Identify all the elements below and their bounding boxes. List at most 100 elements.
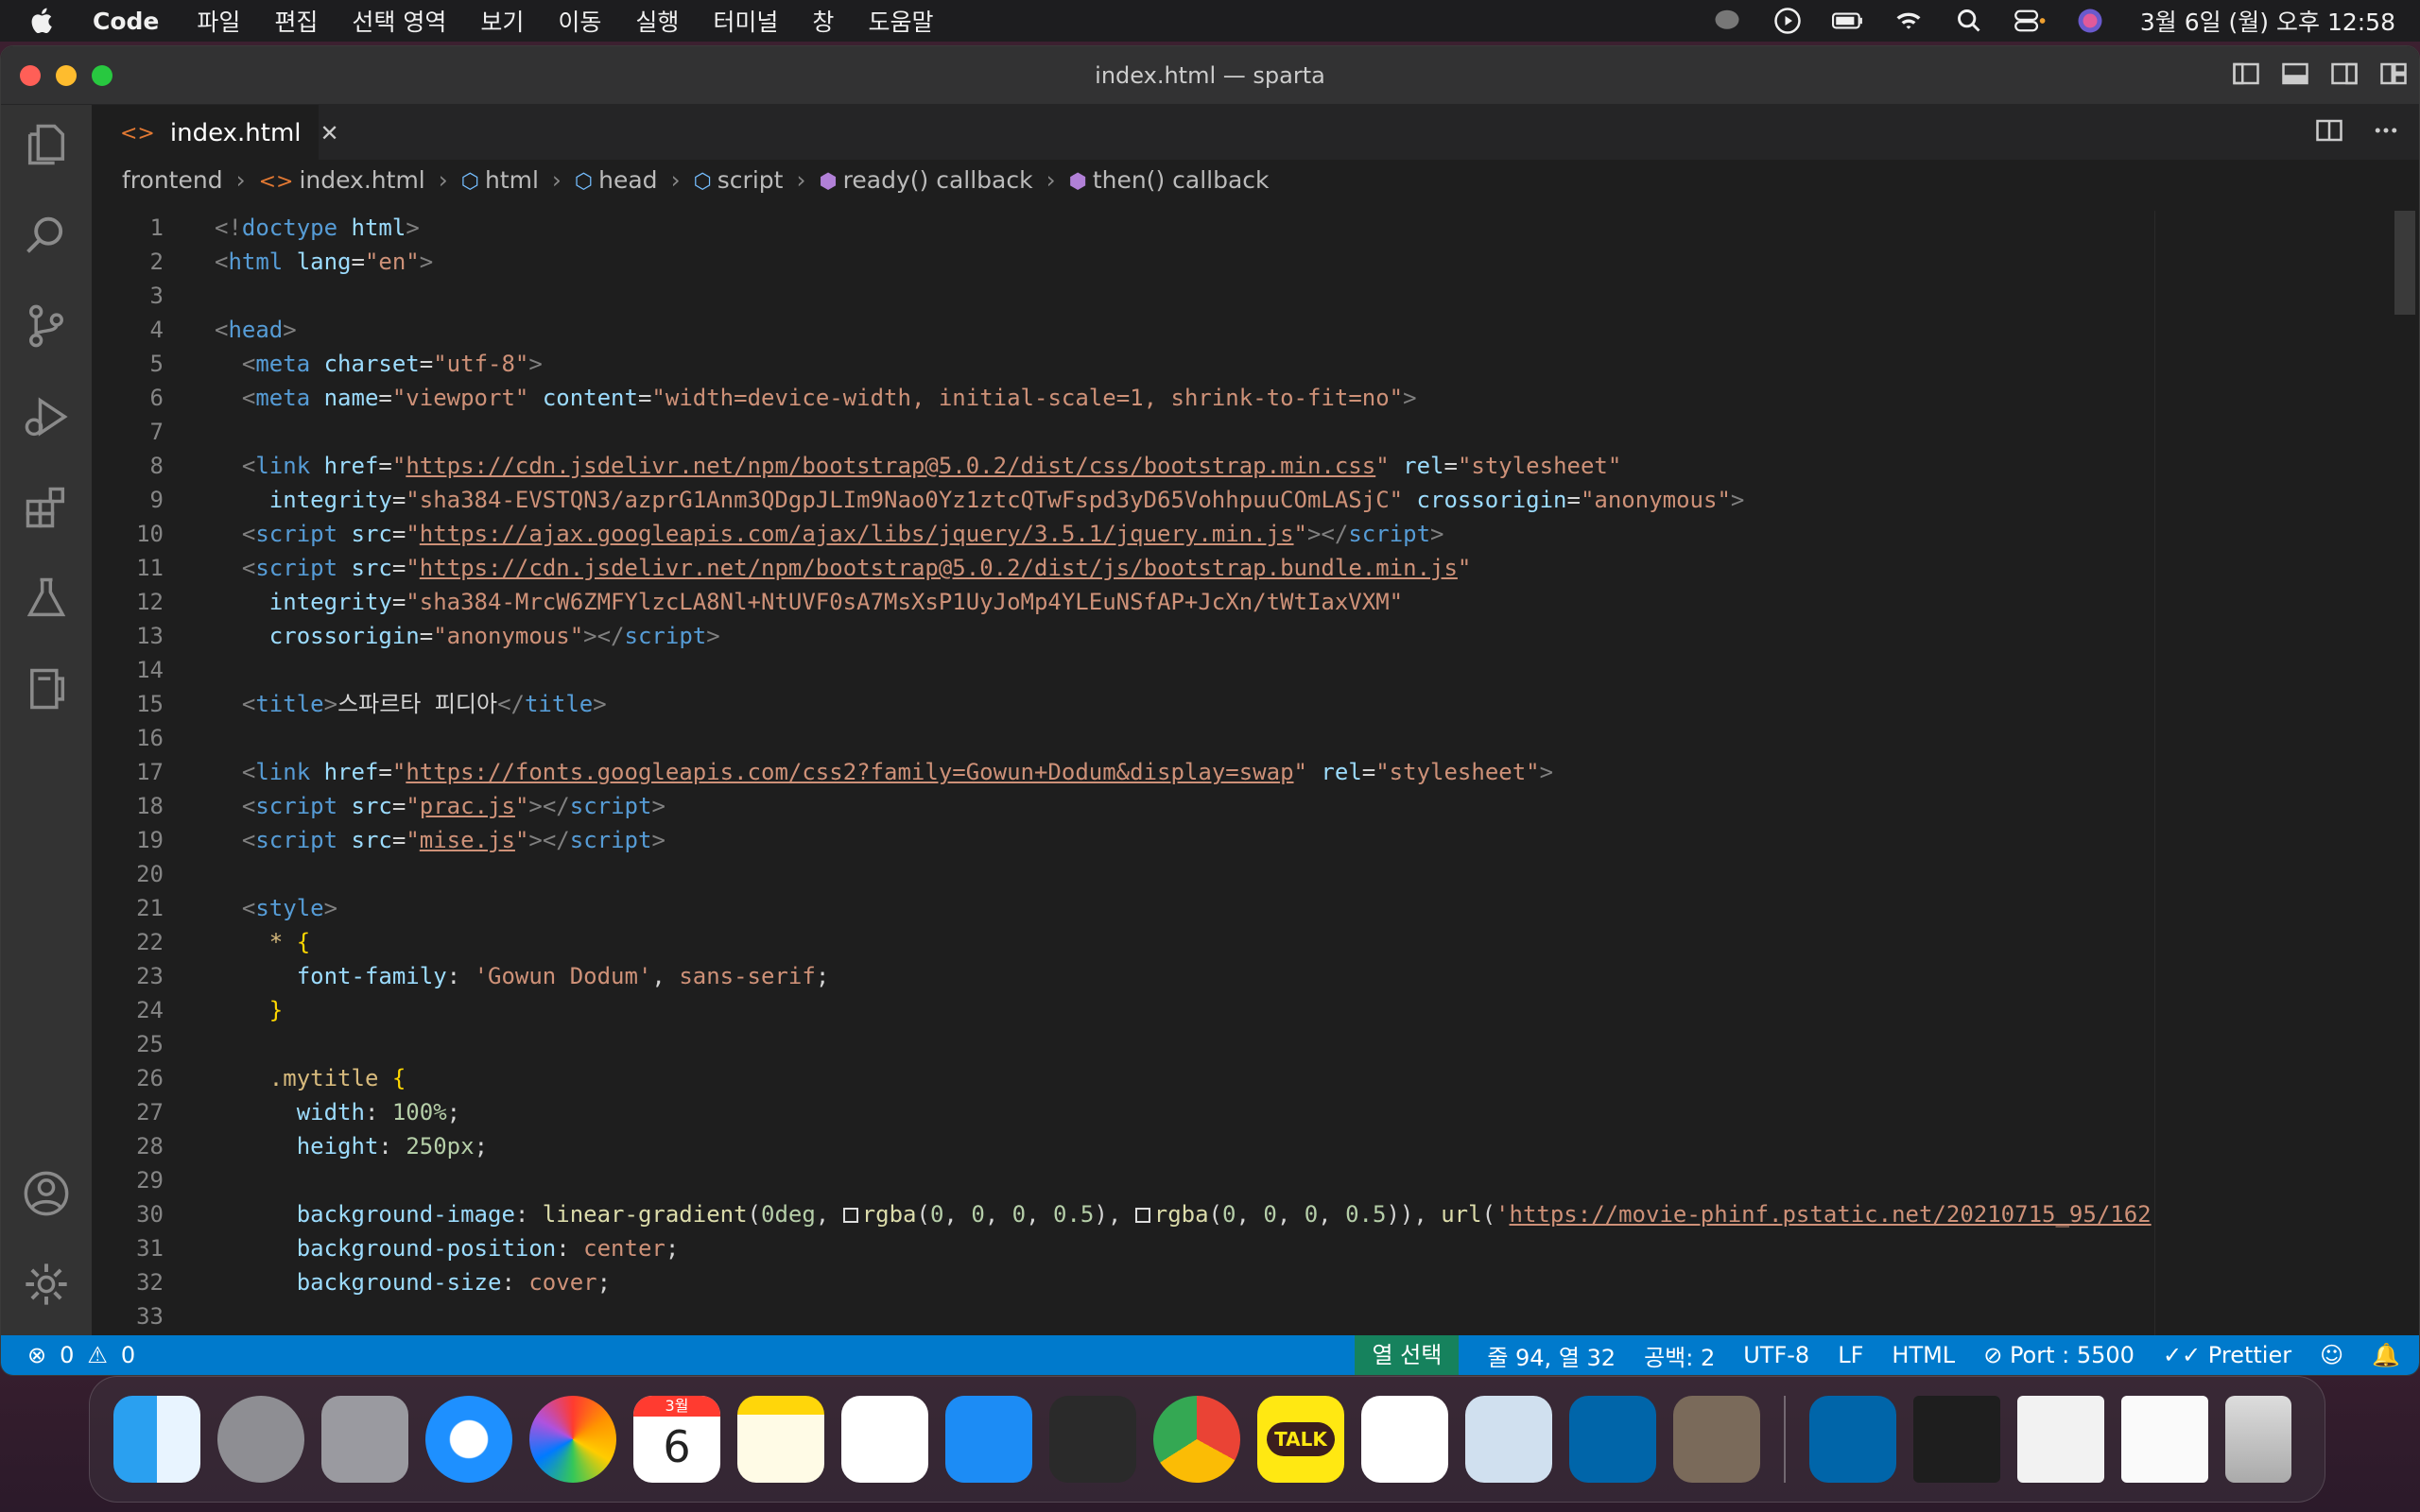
line-number: 14 xyxy=(136,657,164,683)
window-thumbnail[interactable] xyxy=(1913,1396,2000,1483)
preview-icon[interactable] xyxy=(1465,1396,1552,1483)
breadcrumb-folder[interactable]: frontend xyxy=(122,166,223,194)
siri-icon[interactable] xyxy=(2074,5,2106,37)
chrome-icon[interactable] xyxy=(1153,1396,1240,1483)
message-icon[interactable] xyxy=(1711,5,1743,37)
wifi-icon[interactable] xyxy=(1893,5,1925,37)
settings-gear-icon[interactable] xyxy=(22,1260,71,1309)
code-text[interactable]: <!doctype html> <html lang="en"> <head> … xyxy=(215,211,2256,1333)
breadcrumb-then-callback[interactable]: ⬢ then() callback xyxy=(1069,166,1270,194)
run-debug-icon[interactable] xyxy=(22,392,71,441)
photos-icon[interactable] xyxy=(529,1396,616,1483)
line-number: 3 xyxy=(149,283,164,309)
play-icon[interactable] xyxy=(1772,5,1804,37)
instruments-icon[interactable] xyxy=(1673,1396,1760,1483)
breadcrumb-html[interactable]: ⬡ html xyxy=(461,166,539,194)
close-window-button[interactable] xyxy=(20,65,41,86)
menu-terminal[interactable]: 터미널 xyxy=(713,4,778,38)
code-line: background-position: center; xyxy=(296,1235,680,1262)
line-number: 27 xyxy=(136,1099,164,1125)
app-store-icon[interactable] xyxy=(945,1396,1032,1483)
breadcrumb-ready-callback[interactable]: ⬢ ready() callback xyxy=(819,166,1032,194)
slack-icon[interactable] xyxy=(1361,1396,1448,1483)
accounts-icon[interactable] xyxy=(22,1169,71,1218)
source-control-icon[interactable] xyxy=(22,301,71,351)
close-tab-icon[interactable]: ✕ xyxy=(320,120,339,146)
safari-icon[interactable] xyxy=(425,1396,512,1483)
minimap[interactable] xyxy=(2154,211,2381,1373)
tab-index-html[interactable]: <> index.html ✕ xyxy=(92,105,339,160)
customize-layout-icon[interactable] xyxy=(2379,60,2408,88)
menu-help[interactable]: 도움말 xyxy=(868,4,933,38)
line-number: 25 xyxy=(136,1031,164,1057)
explorer-icon[interactable] xyxy=(22,120,71,169)
split-editor-icon[interactable] xyxy=(2315,116,2343,145)
menu-go[interactable]: 이동 xyxy=(558,4,601,38)
cursor-position[interactable]: 줄 94, 열 32 xyxy=(1487,1339,1616,1372)
line-number: 12 xyxy=(136,589,164,615)
encoding[interactable]: UTF-8 xyxy=(1743,1342,1809,1368)
vscode-icon[interactable] xyxy=(1569,1396,1656,1483)
menu-file[interactable]: 파일 xyxy=(197,4,240,38)
code-editor[interactable]: 1 2 3 4 5 6 7 8 9 10 11 12 13 14 15 16 1… xyxy=(92,211,2419,1375)
live-server-port[interactable]: ⊘ Port : 5500 xyxy=(1983,1342,2135,1368)
prettier-status[interactable]: ✓✓ Prettier xyxy=(2163,1342,2291,1368)
kakaotalk-icon[interactable]: TALK xyxy=(1257,1396,1344,1483)
toggle-panel-icon[interactable] xyxy=(2281,60,2309,88)
breadcrumb-head[interactable]: ⬡ head xyxy=(575,166,658,194)
spotlight-search-icon[interactable] xyxy=(1953,5,1985,37)
launchpad-icon[interactable] xyxy=(321,1396,408,1483)
line-number: 9 xyxy=(149,487,164,513)
zoom-window-button[interactable] xyxy=(92,65,112,86)
freeform-icon[interactable] xyxy=(841,1396,928,1483)
breadcrumb-script[interactable]: ⬡ script xyxy=(694,166,784,194)
apple-icon[interactable] xyxy=(26,5,59,37)
menu-window[interactable]: 창 xyxy=(812,4,834,38)
feedback-icon[interactable]: ☺ xyxy=(2320,1342,2343,1368)
minimize-window-button[interactable] xyxy=(56,65,77,86)
testing-flask-icon[interactable] xyxy=(22,574,71,623)
menu-run[interactable]: 실행 xyxy=(635,4,679,38)
remote-explorer-icon[interactable] xyxy=(22,664,71,713)
toggle-secondary-sidebar-icon[interactable] xyxy=(2330,60,2359,88)
trash-icon[interactable] xyxy=(2225,1396,2291,1483)
breadcrumb-file[interactable]: <> index.html xyxy=(259,166,425,194)
end-of-line[interactable]: LF xyxy=(1838,1342,1863,1368)
color-swatch[interactable] xyxy=(842,1208,858,1223)
menu-selection[interactable]: 선택 영역 xyxy=(352,4,446,38)
code-line: <title>스파르타 피디아</title> xyxy=(241,691,607,717)
notes-icon[interactable] xyxy=(737,1396,824,1483)
line-number: 8 xyxy=(149,453,164,479)
search-icon[interactable] xyxy=(22,211,71,260)
system-preferences-icon[interactable] xyxy=(217,1396,304,1483)
window-thumbnail[interactable] xyxy=(2017,1396,2104,1483)
battery-icon[interactable] xyxy=(1831,5,1864,37)
toggle-primary-sidebar-icon[interactable] xyxy=(2232,60,2260,88)
warning-count: 0 xyxy=(120,1342,136,1368)
vscode-recent-icon[interactable] xyxy=(1809,1396,1896,1483)
html-file-icon: <> xyxy=(120,121,155,146)
extensions-icon[interactable] xyxy=(22,483,71,532)
app-name[interactable]: Code xyxy=(93,8,159,35)
vertical-scrollbar[interactable] xyxy=(2391,211,2419,1373)
menu-edit[interactable]: 편집 xyxy=(274,4,318,38)
menu-view[interactable]: 보기 xyxy=(480,4,524,38)
window-thumbnail[interactable] xyxy=(2121,1396,2208,1483)
line-number: 5 xyxy=(149,351,164,377)
language-mode[interactable]: HTML xyxy=(1892,1342,1955,1368)
scrollbar-thumb[interactable] xyxy=(2394,211,2415,315)
more-actions-icon[interactable] xyxy=(2372,116,2400,145)
selection-mode[interactable]: 열 선택 xyxy=(1355,1335,1460,1375)
tableplus-elephant-icon[interactable] xyxy=(1049,1396,1136,1483)
finder-icon[interactable] xyxy=(113,1396,200,1483)
calendar-icon[interactable]: 3월 6 xyxy=(633,1396,720,1483)
control-center-icon[interactable] xyxy=(2014,5,2046,37)
color-swatch[interactable] xyxy=(1134,1208,1150,1223)
indentation[interactable]: 공백: 2 xyxy=(1644,1339,1715,1372)
menubar-clock[interactable]: 3월 6일 (월) 오후 12:58 xyxy=(2140,4,2395,38)
notifications-bell-icon[interactable]: 🔔 xyxy=(2372,1342,2400,1368)
chevron-right-icon: › xyxy=(1046,165,1056,194)
problems-indicator[interactable]: ⊗ 0 ⚠ 0 xyxy=(1,1342,135,1368)
